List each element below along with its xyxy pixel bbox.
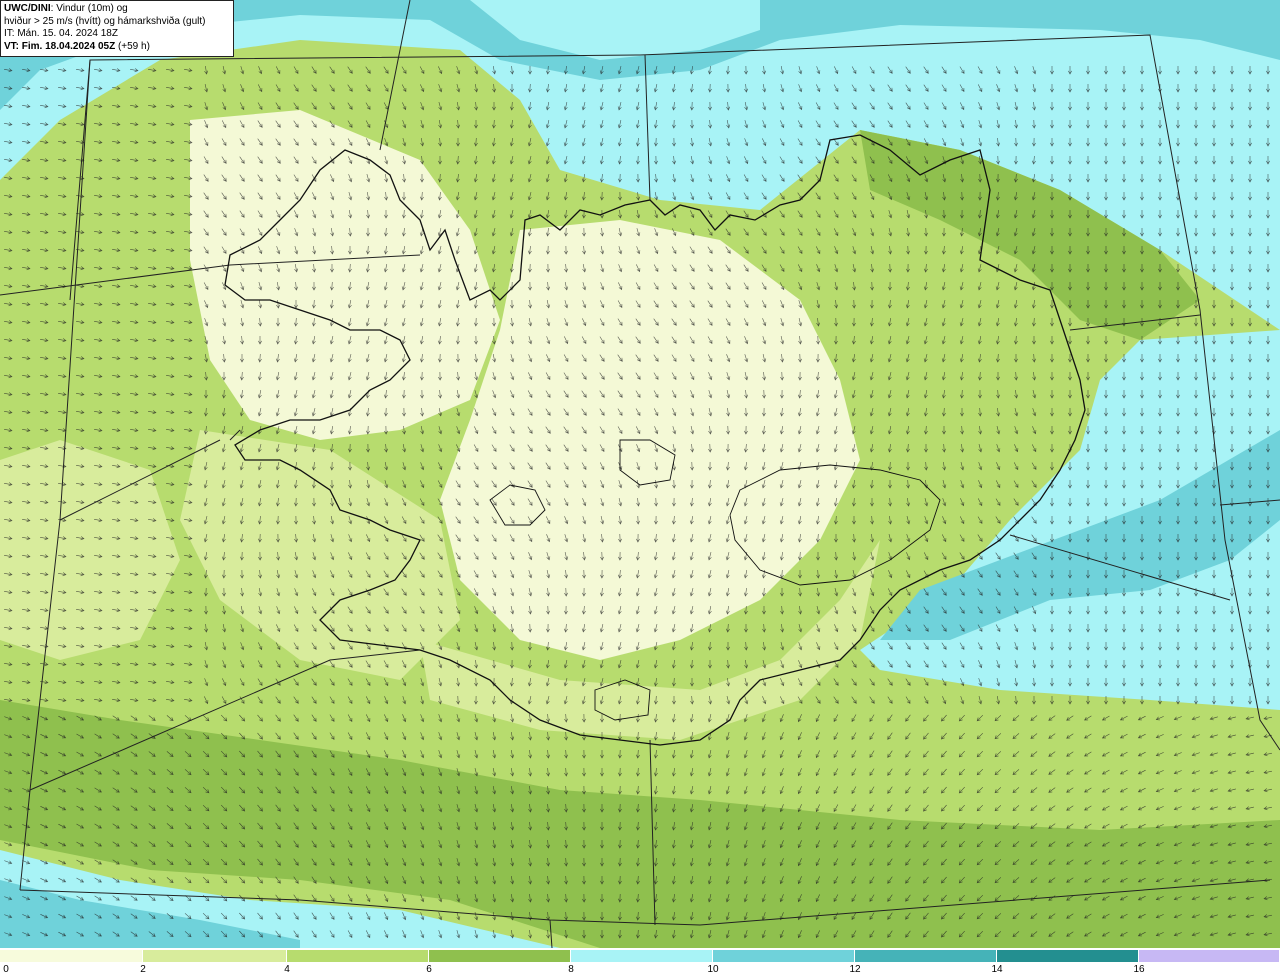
legend-tick-label: 4: [284, 964, 290, 975]
valid-time: VT: Fim. 18.04.2024 05Z: [4, 40, 116, 52]
legend-tick-label: 2: [140, 964, 146, 975]
model-name: UWC/DINI: [4, 3, 51, 14]
color-legend: 0 2 4 6 8 10 12 14 16: [0, 948, 1280, 978]
legend-swatch: [571, 950, 713, 962]
legend-tick-label: 0: [3, 964, 9, 975]
legend-swatch: [713, 950, 855, 962]
subtitle-line: hviður > 25 m/s (hvítt) og hámarkshviða …: [4, 15, 206, 27]
legend-swatch: [143, 950, 287, 962]
legend-swatch: [855, 950, 997, 962]
legend-tick-label: 6: [426, 964, 432, 975]
legend-tick-label: 16: [1133, 964, 1145, 975]
legend-tick-label: 12: [849, 964, 861, 975]
lead-time: (+59 h): [117, 40, 150, 52]
legend-swatch: [429, 950, 571, 962]
title-text: : Vindur (10m) og: [50, 3, 128, 14]
issue-time: IT: Mán. 15. 04. 2024 18Z: [4, 28, 118, 39]
legend-swatch: [997, 950, 1139, 962]
legend-swatch: [287, 950, 429, 962]
forecast-info-box: UWC/DINI: Vindur (10m) og hviður > 25 m/…: [0, 0, 234, 57]
legend-tick-label: 14: [991, 964, 1003, 975]
legend-swatch: [0, 950, 143, 962]
wind-map: [0, 0, 1280, 948]
valid-time-line: VT: Fim. 18.04.2024 05Z (+59 h): [4, 41, 230, 54]
legend-swatch: [1139, 950, 1280, 962]
legend-tick-label: 8: [568, 964, 574, 975]
legend-tick-label: 10: [707, 964, 719, 975]
title-line: UWC/DINI: Vindur (10m) og: [4, 3, 230, 16]
legend-bar: [0, 950, 1280, 962]
